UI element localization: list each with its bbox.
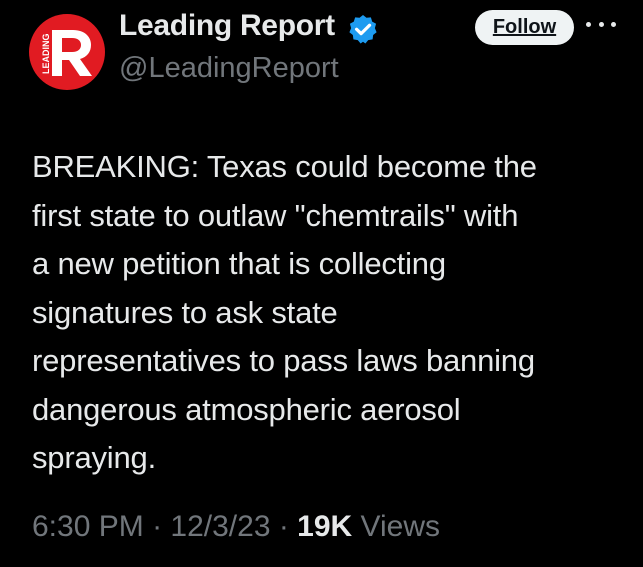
tweet-text-line: first state to outlaw "chemtrails" with: [32, 197, 519, 233]
tweet-card: LEADING Leading Report @LeadingReport Fo…: [0, 0, 643, 567]
more-options-icon[interactable]: [586, 14, 616, 34]
tweet-text-line: a new petition that is collecting: [32, 246, 446, 281]
author-handle[interactable]: @LeadingReport: [119, 52, 339, 85]
tweet-text-line: spraying.: [32, 440, 156, 475]
follow-button[interactable]: Follow: [475, 10, 574, 45]
avatar[interactable]: LEADING: [29, 14, 105, 90]
more-dot: [586, 21, 591, 27]
meta-separator: ·: [270, 510, 298, 543]
views-count: 19K: [297, 510, 353, 543]
tweet-meta: 6:30 PM · 12/3/23 · 19K Views: [32, 510, 440, 544]
display-name[interactable]: Leading Report: [119, 9, 335, 43]
tweet-text-line: signatures to ask state: [32, 294, 338, 330]
tweet-date[interactable]: 12/3/23: [170, 510, 270, 543]
avatar-side-text: LEADING: [41, 34, 51, 75]
more-dot: [598, 21, 604, 27]
avatar-logo-icon: LEADING: [41, 30, 92, 76]
tweet-text-line: dangerous atmospheric aerosol: [32, 391, 461, 427]
views-label: Views: [352, 510, 441, 543]
tweet-time[interactable]: 6:30 PM: [32, 510, 144, 543]
more-dot: [611, 21, 616, 27]
tweet-text: BREAKING: Texas could become the first s…: [32, 143, 622, 483]
meta-separator: ·: [143, 510, 171, 543]
tweet-text-line: BREAKING: Texas could become the: [32, 149, 537, 184]
verified-badge-icon: [349, 15, 377, 44]
tweet-text-line: representatives to pass laws banning: [32, 343, 535, 378]
